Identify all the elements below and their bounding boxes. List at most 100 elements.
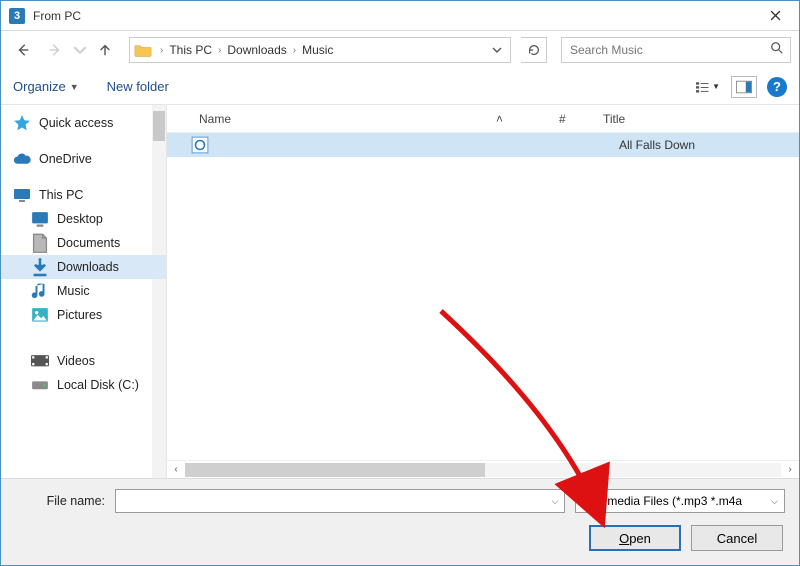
sidebar-label: Videos <box>57 354 95 368</box>
audio-file-icon <box>191 137 209 153</box>
chevron-down-icon: ▼ <box>70 82 79 92</box>
nav-back-button[interactable] <box>9 36 37 64</box>
chevron-down-icon: ▼ <box>712 82 720 91</box>
nav-recent-dropdown[interactable] <box>73 36 87 64</box>
column-headers: Name ˄ # Title <box>167 105 799 133</box>
cloud-icon <box>13 151 31 167</box>
folder-icon <box>134 42 152 58</box>
refresh-button[interactable] <box>521 37 547 63</box>
new-folder-button[interactable]: New folder <box>107 79 169 94</box>
filter-label: Multimedia Files (*.mp3 *.m4a <box>582 494 771 508</box>
sidebar-item-local-disk[interactable]: Local Disk (C:) <box>1 373 166 397</box>
search-icon <box>770 41 784 55</box>
download-icon <box>31 259 49 275</box>
breadcrumb-item-this-pc[interactable]: This PC <box>165 43 216 57</box>
help-button[interactable]: ? <box>767 77 787 97</box>
sidebar-item-music[interactable]: Music <box>1 279 166 303</box>
sidebar-item-videos[interactable]: Videos <box>1 349 166 373</box>
file-list[interactable]: All Falls Down <box>167 133 799 460</box>
app-icon: 3 <box>9 8 25 24</box>
sidebar-item-quick-access[interactable]: Quick access <box>1 111 166 135</box>
search-input[interactable] <box>568 42 770 58</box>
column-header-number[interactable]: # <box>551 112 595 126</box>
chevron-down-icon: ⌵ <box>771 496 778 507</box>
organize-label: Organize <box>13 79 66 94</box>
sidebar-label: OneDrive <box>39 152 92 166</box>
file-type-filter[interactable]: Multimedia Files (*.mp3 *.m4a ⌵ <box>575 489 785 513</box>
scroll-track[interactable] <box>185 463 781 477</box>
breadcrumb-item-music[interactable]: Music <box>298 43 337 57</box>
chevron-right-icon: › <box>158 45 165 56</box>
refresh-icon <box>527 43 541 57</box>
main-area: Quick access OneDrive This PC <box>1 105 799 478</box>
music-icon <box>31 283 49 299</box>
arrow-left-icon <box>16 43 30 57</box>
video-icon <box>31 353 49 369</box>
file-pane: Name ˄ # Title All Falls Down ‹ <box>167 105 799 478</box>
sidebar-label: This PC <box>39 188 83 202</box>
sidebar-label: Music <box>57 284 90 298</box>
scroll-right-button[interactable]: › <box>781 464 799 475</box>
chevron-right-icon: › <box>216 45 223 56</box>
sidebar-item-desktop[interactable]: Desktop <box>1 207 166 231</box>
chevron-right-icon: › <box>291 45 298 56</box>
window-title: From PC <box>33 9 755 23</box>
sidebar-label: Downloads <box>57 260 119 274</box>
scroll-thumb[interactable] <box>185 463 485 477</box>
sidebar-label: Pictures <box>57 308 102 322</box>
desktop-icon <box>31 211 49 227</box>
organize-button[interactable]: Organize ▼ <box>13 79 79 94</box>
breadcrumb-dropdown[interactable] <box>488 45 506 55</box>
preview-pane-icon <box>736 80 752 94</box>
sidebar-item-this-pc[interactable]: This PC <box>1 183 166 207</box>
sort-indicator-icon: ˄ <box>496 112 503 126</box>
close-icon <box>770 10 781 21</box>
open-label: Open <box>619 531 651 546</box>
sidebar-item-onedrive[interactable]: OneDrive <box>1 147 166 171</box>
preview-pane-button[interactable] <box>731 76 757 98</box>
horizontal-scrollbar[interactable]: ‹ › <box>167 460 799 478</box>
view-controls: ▼ ? <box>695 76 787 98</box>
sidebar-item-downloads[interactable]: Downloads <box>1 255 166 279</box>
file-name-label: File name: <box>15 494 105 508</box>
sidebar-item-pictures[interactable]: Pictures <box>1 303 166 327</box>
close-button[interactable] <box>755 2 795 30</box>
disk-icon <box>31 377 49 393</box>
file-name-field[interactable]: ⌵ <box>115 489 565 513</box>
column-header-name[interactable]: Name ˄ <box>191 112 551 126</box>
column-header-title[interactable]: Title <box>595 112 799 126</box>
toolbar: Organize ▼ New folder ▼ ? <box>1 69 799 105</box>
sidebar-label: Local Disk (C:) <box>57 378 139 392</box>
sidebar-label: Documents <box>57 236 120 250</box>
arrow-up-icon <box>98 43 112 57</box>
chevron-down-icon <box>492 45 502 55</box>
arrow-right-icon <box>48 43 62 57</box>
sidebar-label: Quick access <box>39 116 113 130</box>
search-box[interactable] <box>561 37 791 63</box>
file-row[interactable]: All Falls Down <box>167 133 799 157</box>
chevron-down-icon <box>73 43 87 57</box>
monitor-icon <box>13 187 31 203</box>
list-view-icon <box>696 80 710 94</box>
breadcrumb-item-downloads[interactable]: Downloads <box>223 43 290 57</box>
sidebar-item-documents[interactable]: Documents <box>1 231 166 255</box>
navbar: › This PC › Downloads › Music <box>1 31 799 69</box>
sidebar-label: Desktop <box>57 212 103 226</box>
document-icon <box>31 235 49 251</box>
open-button[interactable]: Open <box>589 525 681 551</box>
picture-icon <box>31 307 49 323</box>
search-button[interactable] <box>770 41 784 60</box>
titlebar: 3 From PC <box>1 1 799 31</box>
file-name-input[interactable] <box>116 494 546 508</box>
scroll-left-button[interactable]: ‹ <box>167 464 185 475</box>
nav-forward-button[interactable] <box>41 36 69 64</box>
file-name-dropdown[interactable]: ⌵ <box>546 496 564 507</box>
nav-up-button[interactable] <box>91 36 119 64</box>
dialog-footer: File name: ⌵ Multimedia Files (*.mp3 *.m… <box>1 478 799 565</box>
breadcrumb[interactable]: › This PC › Downloads › Music <box>129 37 511 63</box>
column-label: Name <box>199 112 231 126</box>
star-icon <box>13 115 31 131</box>
file-open-dialog: 3 From PC › This PC › Downloads › Mu <box>0 0 800 566</box>
view-mode-button[interactable]: ▼ <box>695 76 721 98</box>
cancel-button[interactable]: Cancel <box>691 525 783 551</box>
